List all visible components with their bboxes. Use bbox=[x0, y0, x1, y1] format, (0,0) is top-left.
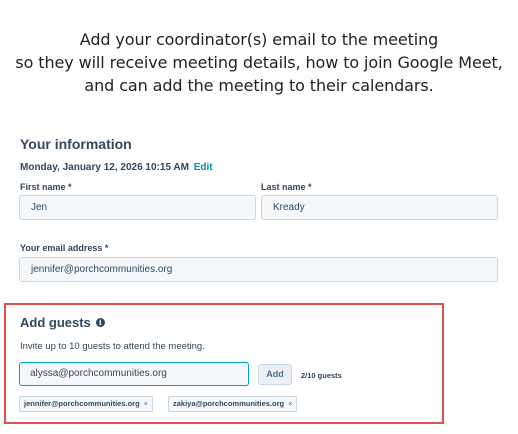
caption-line-3: and can add the meeting to their calenda… bbox=[84, 76, 434, 95]
caption-line-1: Add your coordinator(s) email to the mee… bbox=[79, 30, 439, 49]
guest-chip: jennifer@porchcommunities.org × bbox=[19, 396, 154, 412]
instruction-caption: Add your coordinator(s) email to the mee… bbox=[0, 28, 518, 97]
remove-guest-icon[interactable]: × bbox=[288, 399, 292, 408]
add-guest-button[interactable]: Add bbox=[258, 364, 292, 385]
guest-chip: zakiya@porchcommunities.org × bbox=[168, 396, 298, 412]
caption-line-2: so they will receive meeting details, ho… bbox=[15, 53, 503, 72]
add-guests-title: Add guests bbox=[20, 315, 91, 330]
guest-chip-email: jennifer@porchcommunities.org bbox=[24, 399, 140, 408]
guest-count: 2/10 guests bbox=[301, 371, 342, 380]
guest-chip-email: zakiya@porchcommunities.org bbox=[173, 399, 285, 408]
edit-datetime-link[interactable]: Edit bbox=[194, 162, 213, 173]
remove-guest-icon[interactable]: × bbox=[144, 399, 148, 408]
meeting-datetime: Monday, January 12, 2026 10:15 AM bbox=[20, 162, 189, 173]
last-name-field[interactable]: Kready bbox=[261, 195, 498, 220]
email-field[interactable]: jennifer@porchcommunities.org bbox=[19, 257, 498, 282]
first-name-label: First name * bbox=[20, 182, 72, 192]
info-icon[interactable]: i bbox=[95, 318, 105, 327]
guest-email-input[interactable]: alyssa@porchcommunities.org bbox=[19, 362, 249, 386]
your-information-title: Your information bbox=[20, 136, 132, 152]
last-name-label: Last name * bbox=[261, 182, 312, 192]
meeting-datetime-row: Monday, January 12, 2026 10:15 AM Edit bbox=[20, 162, 213, 173]
first-name-field[interactable]: Jen bbox=[19, 195, 256, 220]
email-label: Your email address * bbox=[20, 243, 109, 253]
invite-guests-text: Invite up to 10 guests to attend the mee… bbox=[20, 341, 205, 352]
add-guests-heading: Add guests i bbox=[20, 315, 105, 330]
